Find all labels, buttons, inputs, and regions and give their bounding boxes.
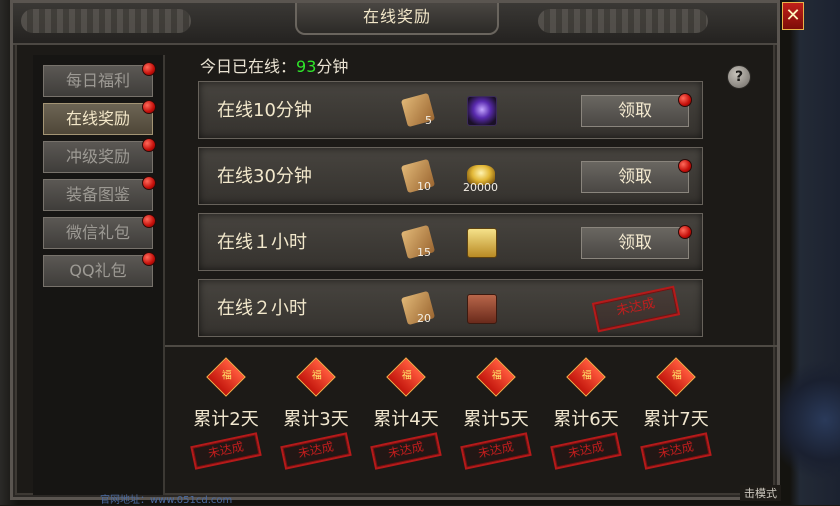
title-bar: 在线奖励 <box>13 3 777 45</box>
claim-button-label: 领取 <box>618 101 652 121</box>
website-url: 官网地址：www.051cd.com <box>100 495 233 506</box>
sidebar-item-qq[interactable]: QQ礼包 <box>43 252 156 287</box>
sidebar-item-label: 在线奖励 <box>65 109 130 128</box>
window-title: 在线奖励 <box>295 3 499 35</box>
cumulative-reward[interactable]: 福 累计7天 未达成 <box>631 357 721 470</box>
cumulative-label: 累计5天 <box>463 409 529 430</box>
cumulative-reward[interactable]: 福 累计3天 未达成 <box>271 357 361 470</box>
reward-label: 在线２小时 <box>217 298 307 319</box>
reward-row: 在线１小时 15 领取 <box>198 213 703 271</box>
notification-dot-icon <box>142 62 156 76</box>
reward-label: 在线10分钟 <box>217 100 312 121</box>
cumulative-reward[interactable]: 福 累计2天 未达成 <box>181 357 271 470</box>
online-time-label: 今日已在线： <box>200 57 297 76</box>
item-count: 20000 <box>463 181 498 194</box>
notification-dot-icon <box>142 176 156 190</box>
wood-chest-icon[interactable] <box>467 294 497 324</box>
notification-dot-icon <box>142 214 156 228</box>
sidebar-item-label: 装备图鉴 <box>65 185 130 204</box>
red-envelope-icon: 福 <box>656 357 696 397</box>
sidebar-item-online[interactable]: 在线奖励 <box>43 100 156 135</box>
gold-chest-icon[interactable] <box>467 228 497 258</box>
sidebar-item-label: 微信礼包 <box>65 223 130 242</box>
purple-crystal-icon[interactable] <box>467 96 497 126</box>
reward-panel: 今日已在线：93分钟 ? 在线10分钟 5 领取 在线30分钟 10 20000… <box>165 43 777 343</box>
online-reward-window: 在线奖励 每日福利 在线奖励 冲级奖励 装备图鉴 微信礼包 QQ礼包 今日已在线… <box>10 0 780 500</box>
notification-dot-icon <box>678 93 692 107</box>
not-reached-stamp: 未达成 <box>550 432 622 470</box>
not-reached-stamp: 未达成 <box>640 432 712 470</box>
cumulative-reward[interactable]: 福 累计6天 未达成 <box>541 357 631 470</box>
reward-row: 在线２小时 20 未达成 <box>198 279 703 337</box>
red-envelope-icon: 福 <box>206 357 246 397</box>
claim-button[interactable]: 领取 <box>581 225 692 259</box>
cumulative-label: 累计6天 <box>553 409 619 430</box>
red-envelope-icon: 福 <box>386 357 426 397</box>
sidebar: 每日福利 在线奖励 冲级奖励 装备图鉴 微信礼包 QQ礼包 <box>33 55 165 495</box>
item-count: 15 <box>417 246 431 259</box>
cumulative-label: 累计4天 <box>373 409 439 430</box>
not-reached-stamp: 未达成 <box>591 285 681 333</box>
online-minutes: 93 <box>296 57 317 76</box>
cumulative-label: 累计3天 <box>283 409 349 430</box>
not-reached-stamp: 未达成 <box>280 432 352 470</box>
not-reached-stamp: 未达成 <box>190 432 262 470</box>
reward-row: 在线10分钟 5 领取 <box>198 81 703 139</box>
red-envelope-icon: 福 <box>296 357 336 397</box>
cumulative-reward[interactable]: 福 累计4天 未达成 <box>361 357 451 470</box>
close-button[interactable]: ✕ <box>782 2 804 30</box>
notification-dot-icon <box>142 252 156 266</box>
notification-dot-icon <box>142 138 156 152</box>
help-icon[interactable]: ? <box>727 65 751 89</box>
cumulative-reward[interactable]: 福 累计5天 未达成 <box>451 357 541 470</box>
sidebar-item-levelup[interactable]: 冲级奖励 <box>43 138 156 173</box>
online-time: 今日已在线：93分钟 <box>200 53 348 77</box>
notification-dot-icon <box>142 100 156 114</box>
sidebar-item-equipment[interactable]: 装备图鉴 <box>43 176 156 211</box>
divider <box>165 345 777 347</box>
sidebar-item-label: 冲级奖励 <box>65 147 130 166</box>
not-reached-stamp: 未达成 <box>460 432 532 470</box>
dragon-ornament-left <box>21 9 191 33</box>
reward-label: 在线30分钟 <box>217 166 312 187</box>
cumulative-label: 累计2天 <box>193 409 259 430</box>
sidebar-item-label: 每日福利 <box>65 71 130 90</box>
reward-row: 在线30分钟 10 20000 领取 <box>198 147 703 205</box>
red-envelope-icon: 福 <box>476 357 516 397</box>
sidebar-item-label: QQ礼包 <box>69 261 127 280</box>
dragon-ornament-right <box>538 9 708 33</box>
claim-button[interactable]: 领取 <box>581 159 692 193</box>
not-reached-stamp: 未达成 <box>370 432 442 470</box>
cumulative-label: 累计7天 <box>643 409 709 430</box>
sidebar-item-daily[interactable]: 每日福利 <box>43 62 156 97</box>
mode-label[interactable]: 击模式 <box>740 485 781 501</box>
red-envelope-icon: 福 <box>566 357 606 397</box>
notification-dot-icon <box>678 159 692 173</box>
item-count: 5 <box>425 114 432 127</box>
item-count: 10 <box>417 180 431 193</box>
claim-button[interactable]: 领取 <box>581 93 692 127</box>
claim-button-label: 领取 <box>618 233 652 253</box>
online-time-unit: 分钟 <box>316 57 349 76</box>
sidebar-item-wechat[interactable]: 微信礼包 <box>43 214 156 249</box>
reward-label: 在线１小时 <box>217 232 307 253</box>
item-count: 20 <box>417 312 431 325</box>
notification-dot-icon <box>678 225 692 239</box>
claim-button-label: 领取 <box>618 167 652 187</box>
